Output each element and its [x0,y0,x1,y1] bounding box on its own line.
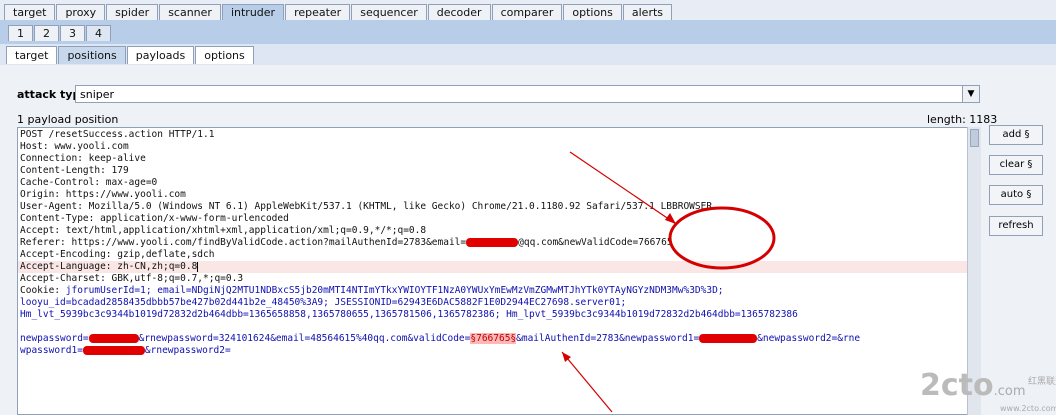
watermark: 2cto.com 红黑联盟 www.2cto.com [920,368,1056,413]
annotation-arrowhead-top [665,213,676,224]
annotation-circle [668,206,776,270]
watermark-logo: 2cto [920,368,994,403]
annotation-arrow-bottom [561,351,613,413]
annotation-arrow-top [569,151,677,225]
watermark-sub: www.2cto.com [1000,404,1056,413]
annotation-overlay [561,151,776,413]
watermark-domain: .com [993,384,1026,399]
watermark-cn: 红黑联盟 [1028,377,1056,387]
